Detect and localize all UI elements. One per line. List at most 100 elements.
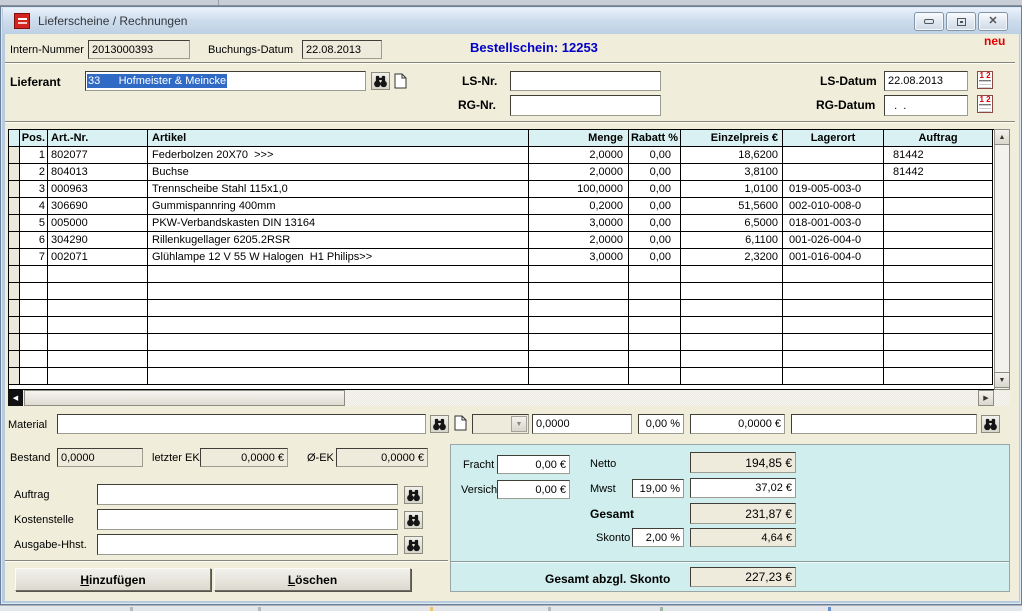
ls-nr-input[interactable] xyxy=(510,71,661,91)
scroll-left-icon[interactable]: ◀ xyxy=(8,390,23,406)
cell-lagerort: 001-016-004-0 xyxy=(783,249,884,266)
cell-rabatt xyxy=(629,266,681,283)
dropdown-arrow-icon: ▼ xyxy=(511,416,527,432)
versich-label: Versich. xyxy=(461,484,500,496)
ls-datum-input[interactable]: 22.08.2013 xyxy=(884,71,968,91)
horizontal-scrollbar-thumb[interactable] xyxy=(24,390,345,406)
kostenstelle-input[interactable] xyxy=(97,509,398,530)
cell-sel[interactable] xyxy=(9,266,20,283)
search-icon[interactable] xyxy=(371,72,390,90)
search-icon[interactable] xyxy=(404,486,423,504)
close-button[interactable]: ✕ xyxy=(978,12,1008,31)
rg-nr-input[interactable] xyxy=(510,95,661,116)
table-row[interactable]: 1802077Federbolzen 20X70 >>>2,00000,0018… xyxy=(9,147,994,164)
cell-sel[interactable] xyxy=(9,147,20,164)
table-row[interactable]: 5005000PKW-Verbandskasten DIN 131643,000… xyxy=(9,215,994,232)
new-document-icon[interactable] xyxy=(392,72,409,90)
cell-rabatt xyxy=(629,300,681,317)
search-icon[interactable] xyxy=(404,536,423,554)
ausgabe-hhst-input[interactable] xyxy=(97,534,398,555)
avg-ek-label: Ø-EK xyxy=(307,452,334,464)
calendar-icon[interactable]: 1 2 xyxy=(977,71,993,89)
cell-sel[interactable] xyxy=(9,300,20,317)
material-input[interactable] xyxy=(57,414,426,434)
table-row-empty[interactable] xyxy=(9,266,994,283)
auftrag-input[interactable] xyxy=(97,484,398,505)
material-note-input[interactable] xyxy=(791,414,977,434)
skonto-pct-input[interactable] xyxy=(632,528,684,547)
background-tick xyxy=(828,607,831,611)
table-vertical-scrollbar[interactable] xyxy=(994,129,1010,390)
cell-pos xyxy=(20,283,48,300)
cell-rabatt: 0,00 xyxy=(629,232,681,249)
fracht-label: Fracht xyxy=(463,459,494,471)
mwst-pct-input[interactable] xyxy=(632,479,684,498)
maximize-button[interactable] xyxy=(946,12,976,31)
cell-rabatt: 0,00 xyxy=(629,164,681,181)
table-row[interactable]: 6304290Rillenkugellager 6205.2RSR2,00000… xyxy=(9,232,994,249)
avg-ek-field: 0,0000 € xyxy=(336,448,428,467)
table-row-empty[interactable] xyxy=(9,300,994,317)
table-row-empty[interactable] xyxy=(9,283,994,300)
header-lagerort: Lagerort xyxy=(783,130,884,147)
cell-auftrag xyxy=(884,317,993,334)
cell-preis: 3,8100 xyxy=(681,164,783,181)
table-row[interactable]: 7002071Glühlampe 12 V 55 W Halogen H1 Ph… xyxy=(9,249,994,266)
cell-sel[interactable] xyxy=(9,198,20,215)
cell-pos xyxy=(20,266,48,283)
cell-sel[interactable] xyxy=(9,232,20,249)
minimize-button[interactable] xyxy=(914,12,944,31)
header-preis: Einzelpreis € xyxy=(681,130,783,147)
loeschen-button[interactable]: Löschen xyxy=(214,568,411,591)
table-row-empty[interactable] xyxy=(9,334,994,351)
mwst-value-input[interactable] xyxy=(690,478,796,498)
cell-auftrag xyxy=(884,368,993,385)
table-row[interactable]: 2804013Buchse2,00000,003,810081442 xyxy=(9,164,994,181)
table-row[interactable]: 3000963Trennscheibe Stahl 115x1,0100,000… xyxy=(9,181,994,198)
table-row-empty[interactable] xyxy=(9,368,994,385)
lieferant-input[interactable]: 33 Hofmeister & Meincke xyxy=(85,71,366,91)
scroll-up-icon[interactable]: ▲ xyxy=(994,129,1010,145)
material-price-input[interactable] xyxy=(690,414,785,434)
fracht-input[interactable] xyxy=(497,455,570,474)
cell-sel[interactable] xyxy=(9,368,20,385)
netto-field: 194,85 € xyxy=(690,452,796,473)
intern-nummer-field: 2013000393 xyxy=(88,40,190,59)
cell-lagerort: 019-005-003-0 xyxy=(783,181,884,198)
gesamt-label: Gesamt xyxy=(590,507,634,521)
scroll-right-icon[interactable]: ▶ xyxy=(978,390,994,406)
rg-datum-input[interactable]: . . xyxy=(884,95,968,116)
cell-sel[interactable] xyxy=(9,249,20,266)
material-qty-input[interactable] xyxy=(532,414,632,434)
search-icon[interactable] xyxy=(430,415,449,433)
table-row-empty[interactable] xyxy=(9,317,994,334)
calendar-icon[interactable]: 1 2 xyxy=(977,95,993,113)
table-row[interactable]: 4306690Gummispannring 400mm0,20000,0051,… xyxy=(9,198,994,215)
new-document-icon[interactable] xyxy=(452,414,469,432)
cell-artikel xyxy=(148,334,529,351)
table-body: 1802077Federbolzen 20X70 >>>2,00000,0018… xyxy=(9,147,994,385)
cell-preis: 18,6200 xyxy=(681,147,783,164)
search-icon[interactable] xyxy=(981,415,1000,433)
cell-sel[interactable] xyxy=(9,215,20,232)
cell-artikel xyxy=(148,368,529,385)
cell-sel[interactable] xyxy=(9,283,20,300)
background-tick xyxy=(660,607,663,611)
titlebar[interactable]: Lieferscheine / Rechnungen ✕ xyxy=(3,8,1021,34)
search-icon[interactable] xyxy=(404,511,423,529)
scroll-down-icon[interactable]: ▼ xyxy=(994,372,1010,388)
cell-artikel: Trennscheibe Stahl 115x1,0 xyxy=(148,181,529,198)
table-row-empty[interactable] xyxy=(9,351,994,368)
cell-menge xyxy=(529,368,629,385)
cell-sel[interactable] xyxy=(9,181,20,198)
versich-input[interactable] xyxy=(497,480,570,499)
cell-sel[interactable] xyxy=(9,164,20,181)
cell-sel[interactable] xyxy=(9,317,20,334)
cell-sel[interactable] xyxy=(9,334,20,351)
hinzufuegen-button[interactable]: Hinzufügen xyxy=(15,568,211,591)
cell-sel[interactable] xyxy=(9,351,20,368)
cell-menge: 2,0000 xyxy=(529,232,629,249)
material-discount-input[interactable] xyxy=(638,414,684,434)
cell-pos xyxy=(20,317,48,334)
unit-dropdown[interactable]: ▼ xyxy=(472,414,529,434)
